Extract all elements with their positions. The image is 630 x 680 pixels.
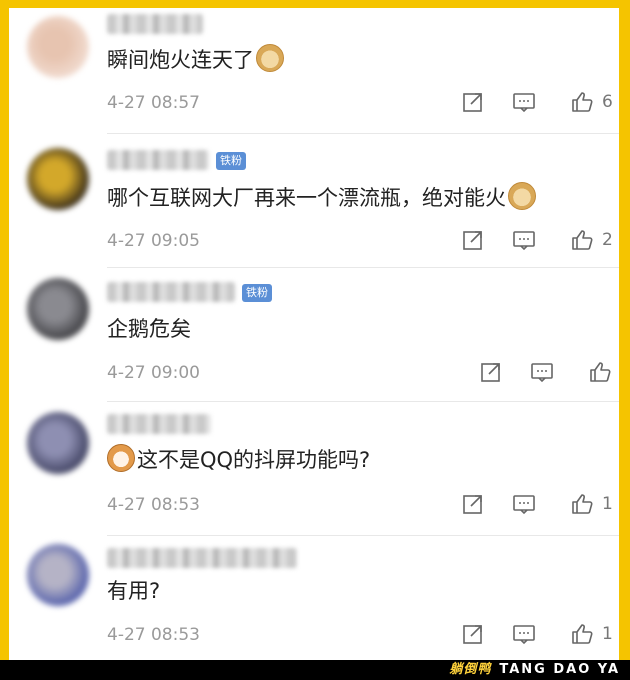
username-blurred[interactable] [107,414,211,434]
avatar[interactable] [27,16,89,78]
thumbs-up-icon[interactable] [588,360,612,384]
avatar[interactable] [27,412,89,474]
like-count: 6 [602,92,613,112]
comment-actions [419,360,619,386]
comment-actions: 1 [419,492,619,518]
comment-actions: 6 [419,90,619,116]
comment-text: 哪个互联网大厂再来一个漂流瓶，绝对能火 [107,182,538,213]
doge-emoji-icon [508,182,536,210]
like-count: 2 [602,230,613,250]
comment-timestamp: 4-27 08:57 [107,93,200,113]
comment-icon[interactable] [512,622,536,646]
share-icon[interactable] [479,360,503,384]
username-blurred[interactable] [107,548,297,568]
avatar[interactable] [27,544,89,606]
username-blurred[interactable] [107,150,209,170]
comment-item: 铁粉 哪个互联网大厂再来一个漂流瓶，绝对能火 4-27 09:05 2 [9,134,619,268]
comments-panel: 瞬间炮火连天了 4-27 08:57 6 铁粉 哪个互联网大厂再来一个漂流瓶，绝… [9,8,619,660]
watermark-latin: TANG DAO YA [499,662,620,677]
comment-text-content: 哪个互联网大厂再来一个漂流瓶，绝对能火 [107,186,506,210]
comment-icon[interactable] [512,492,536,516]
username-blurred[interactable] [107,14,203,34]
fan-badge: 铁粉 [242,284,272,302]
share-icon[interactable] [461,622,485,646]
thumbs-up-icon[interactable] [570,90,594,114]
comment-icon[interactable] [530,360,554,384]
comment-text-content: 有用? [107,579,161,603]
thumbs-up-icon[interactable] [570,228,594,252]
comment-actions: 1 [419,622,619,648]
doge-emoji-icon [256,44,284,72]
avatar[interactable] [27,278,89,340]
comment-timestamp: 4-27 08:53 [107,625,200,645]
comment-item: 这不是QQ的抖屏功能吗? 4-27 08:53 1 [9,402,619,536]
comment-actions: 2 [419,228,619,254]
share-icon[interactable] [461,228,485,252]
share-icon[interactable] [461,492,485,516]
comment-icon[interactable] [512,90,536,114]
comment-text-content: 这不是QQ的抖屏功能吗? [137,448,371,472]
comment-item: 铁粉 企鹅危矣 4-27 09:00 [9,268,619,402]
comment-text-content: 企鹅危矣 [107,317,191,341]
thumbs-up-icon[interactable] [570,622,594,646]
comment-text-content: 瞬间炮火连天了 [107,48,254,72]
comment-timestamp: 4-27 08:53 [107,495,200,515]
comment-timestamp: 4-27 09:05 [107,231,200,251]
thumbs-up-icon[interactable] [570,492,594,516]
comment-text: 瞬间炮火连天了 [107,44,286,75]
like-count: 1 [602,494,613,514]
fan-badge: 铁粉 [216,152,246,170]
comment-text: 企鹅危矣 [107,314,191,344]
username-blurred[interactable] [107,282,235,302]
comment-text: 这不是QQ的抖屏功能吗? [107,444,370,475]
watermark-cn: 躺倒鸭 [449,662,492,677]
comment-icon[interactable] [512,228,536,252]
share-icon[interactable] [461,90,485,114]
cat-emoji-icon [107,444,135,472]
comment-item: 瞬间炮火连天了 4-27 08:57 6 [9,8,619,134]
comment-text: 有用? [107,576,160,606]
comment-timestamp: 4-27 09:00 [107,363,200,383]
like-count: 1 [602,624,613,644]
footer-bar: 躺倒鸭 TANG DAO YA [0,660,630,680]
watermark: 躺倒鸭 TANG DAO YA [449,660,620,680]
comment-item: 有用? 4-27 08:53 1 [9,536,619,660]
avatar[interactable] [27,148,89,210]
